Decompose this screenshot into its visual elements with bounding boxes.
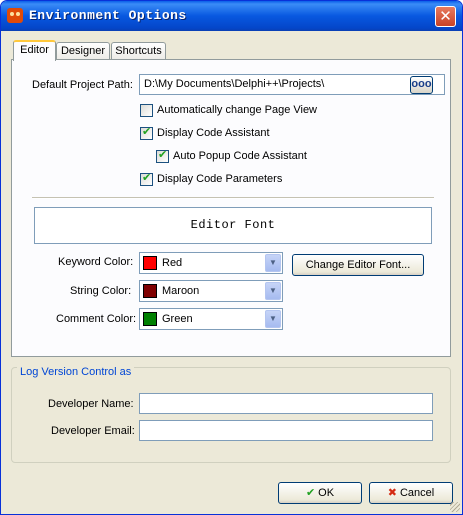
checkbox-label: Display Code Assistant	[157, 127, 270, 139]
version-control-group	[11, 367, 451, 463]
project-path-value: D:\My Documents\Delphi++\Projects\	[144, 78, 325, 90]
color-swatch	[143, 312, 157, 326]
checkbox-box: ✔	[140, 171, 153, 186]
title-bar[interactable]: Environment Options ✕	[1, 1, 462, 31]
separator	[32, 197, 434, 199]
color-swatch	[143, 284, 157, 298]
checkbox-box	[140, 104, 153, 117]
keyword-color-label: Keyword Color:	[58, 256, 134, 268]
string-color-value: Maroon	[162, 285, 200, 297]
version-control-title: Log Version Control as	[17, 366, 135, 378]
cancel-label: Cancel	[399, 487, 435, 499]
checkmark-icon: ✔	[158, 148, 168, 161]
environment-options-dialog: Environment Options ✕ Editor Designer Sh…	[0, 0, 463, 515]
tab-shortcuts[interactable]: Shortcuts	[111, 42, 166, 60]
chevron-down-icon[interactable]: ▼	[265, 310, 281, 328]
color-swatch	[143, 256, 157, 270]
developer-name-input[interactable]	[139, 393, 433, 414]
project-path-label: Default Project Path:	[32, 79, 133, 91]
editor-tab-panel: Default Project Path: D:\My Documents\De…	[11, 59, 451, 357]
app-icon	[7, 8, 23, 23]
checkmark-icon: ✔	[142, 171, 152, 184]
chevron-down-icon[interactable]: ▼	[265, 282, 281, 300]
string-color-label: String Color:	[70, 285, 132, 297]
window-title: Environment Options	[29, 8, 187, 23]
keyword-color-value: Red	[162, 257, 183, 269]
comment-color-label: Comment Color:	[56, 313, 137, 325]
checkbox-label: Display Code Parameters	[157, 173, 283, 185]
resize-grip[interactable]	[450, 502, 460, 512]
keyword-color-select[interactable]: Red ▼	[139, 252, 283, 274]
checkmark-icon: ✔	[142, 125, 152, 138]
change-editor-font-button[interactable]: Change Editor Font...	[292, 254, 424, 276]
checkbox-label: Auto Popup Code Assistant	[173, 150, 307, 162]
ellipsis-icon: ooo	[411, 78, 432, 90]
checkmark-icon: ✔	[305, 486, 316, 499]
browse-path-button[interactable]: ooo	[410, 76, 433, 94]
developer-email-input[interactable]	[139, 420, 433, 441]
tab-editor[interactable]: Editor	[13, 40, 56, 61]
cancel-icon: ✖	[387, 486, 397, 499]
ok-label: OK	[318, 487, 335, 499]
cancel-button[interactable]: ✖ Cancel	[369, 482, 453, 504]
project-path-input[interactable]: D:\My Documents\Delphi++\Projects\	[139, 74, 445, 95]
chevron-down-icon[interactable]: ▼	[265, 254, 281, 272]
comment-color-value: Green	[162, 313, 193, 325]
ok-button[interactable]: ✔ OK	[278, 482, 362, 504]
developer-name-label: Developer Name:	[48, 398, 134, 410]
tab-designer[interactable]: Designer	[56, 42, 110, 60]
checkbox-label: Automatically change Page View	[157, 104, 318, 116]
close-icon: ✕	[439, 7, 452, 25]
editor-font-preview: Editor Font	[34, 207, 432, 244]
developer-email-label: Developer Email:	[51, 425, 135, 437]
checkbox-box: ✔	[140, 125, 153, 140]
checkbox-box: ✔	[156, 148, 169, 163]
comment-color-select[interactable]: Green ▼	[139, 308, 283, 330]
string-color-select[interactable]: Maroon ▼	[139, 280, 283, 302]
close-button[interactable]: ✕	[435, 6, 456, 27]
